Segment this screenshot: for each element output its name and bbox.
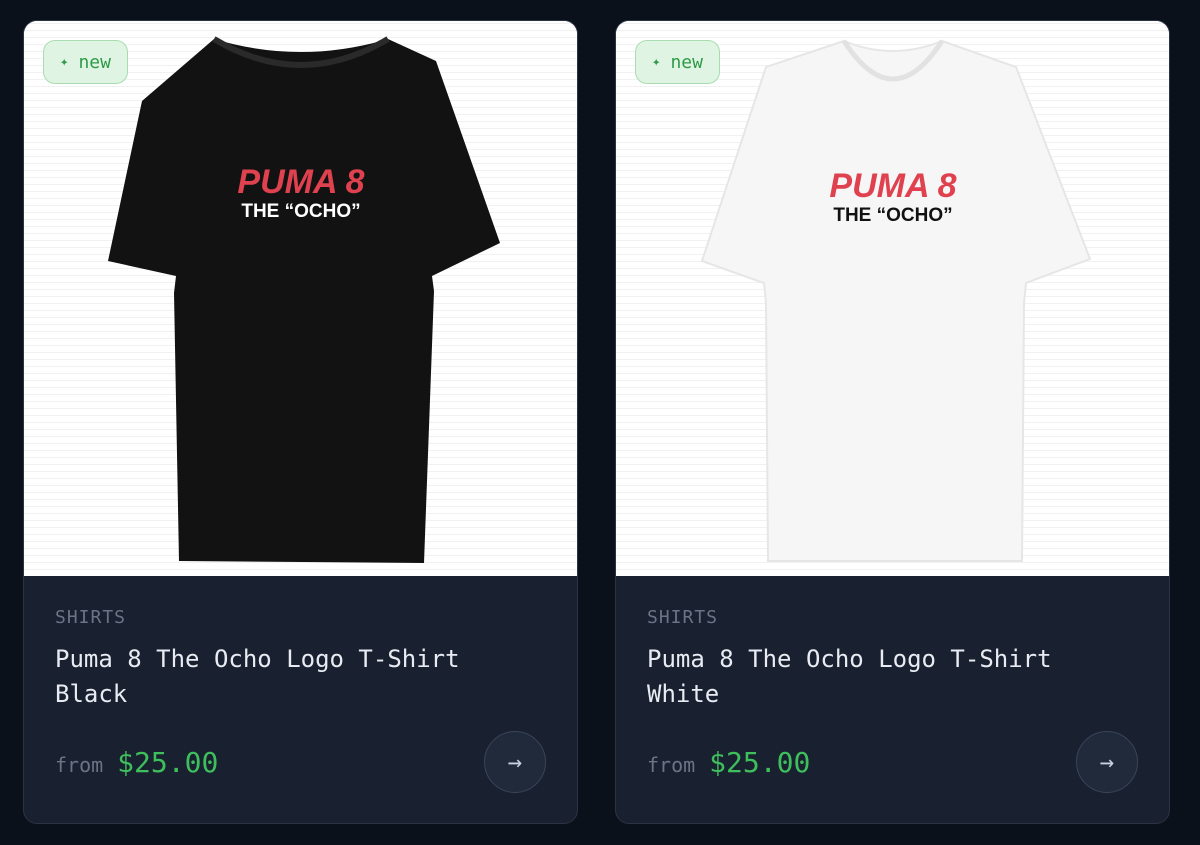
price-row: from $25.00 — [647, 746, 810, 779]
product-info: SHIRTS Puma 8 The Ocho Logo T-Shirt Blac… — [24, 576, 577, 823]
new-badge: ✦ new — [43, 40, 128, 84]
new-badge: ✦ new — [635, 40, 720, 84]
shirt-body — [700, 39, 1092, 562]
tshirt-image: PUMA 8 THE “OCHO” — [108, 36, 500, 563]
arrow-right-icon: → — [507, 748, 523, 776]
print-bottom-text: THE “OCHO” — [833, 205, 952, 226]
print-bottom-text: THE “OCHO” — [241, 201, 360, 222]
tshirt-image: PUMA 8 THE “OCHO” — [700, 39, 1092, 562]
product-category: SHIRTS — [647, 607, 719, 628]
product-grid: PUMA 8 THE “OCHO” ✦ new SHIRTS Puma 8 Th… — [0, 0, 1200, 845]
view-product-button[interactable]: → — [1076, 731, 1138, 793]
product-category: SHIRTS — [55, 607, 127, 628]
product-card[interactable]: PUMA 8 THE “OCHO” ✦ new SHIRTS Puma 8 Th… — [615, 20, 1170, 824]
product-info: SHIRTS Puma 8 The Ocho Logo T-Shirt Whit… — [616, 576, 1169, 823]
badge-label: new — [670, 51, 703, 73]
product-price: $25.00 — [117, 746, 219, 779]
product-card[interactable]: PUMA 8 THE “OCHO” ✦ new SHIRTS Puma 8 Th… — [23, 20, 578, 824]
product-title[interactable]: Puma 8 The Ocho Logo T-Shirt Black — [55, 642, 525, 712]
price-from-label: from — [55, 753, 104, 777]
product-price: $25.00 — [709, 746, 811, 779]
sparkle-icon: ✦ — [60, 54, 69, 70]
product-image[interactable]: PUMA 8 THE “OCHO” ✦ new — [616, 21, 1169, 576]
badge-label: new — [78, 51, 111, 73]
shirt-body — [108, 39, 500, 563]
sparkle-icon: ✦ — [652, 54, 661, 70]
view-product-button[interactable]: → — [484, 731, 546, 793]
price-from-label: from — [647, 753, 696, 777]
price-row: from $25.00 — [55, 746, 218, 779]
print-top-text: PUMA 8 — [829, 167, 956, 205]
print-top-text: PUMA 8 — [237, 163, 364, 201]
product-title[interactable]: Puma 8 The Ocho Logo T-Shirt White — [647, 642, 1117, 712]
arrow-right-icon: → — [1099, 748, 1115, 776]
product-image[interactable]: PUMA 8 THE “OCHO” ✦ new — [24, 21, 577, 576]
